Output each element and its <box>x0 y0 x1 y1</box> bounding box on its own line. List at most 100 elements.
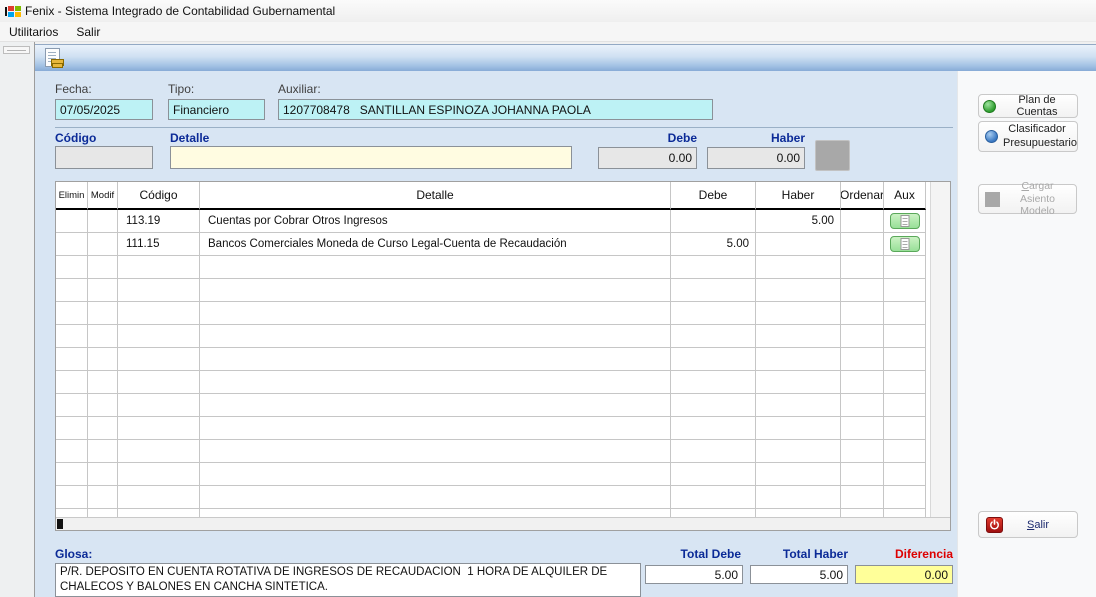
cargar-asiento-modelo-button[interactable]: Cargar Asiento Modelo <box>978 180 1077 217</box>
cell-debe <box>671 279 756 302</box>
auxiliar-label: Auxiliar: <box>278 82 321 96</box>
table-row[interactable] <box>56 302 950 325</box>
table-row[interactable] <box>56 279 950 302</box>
clipboard-icon <box>900 215 909 227</box>
cell-aux <box>884 256 926 279</box>
codigo-entry-label: Código <box>55 131 97 145</box>
cell-haber <box>756 233 841 256</box>
horizontal-scrollbar-thumb[interactable] <box>57 519 63 529</box>
cell-debe <box>671 325 756 348</box>
cell-haber <box>756 302 841 325</box>
cell-elimin <box>56 302 88 325</box>
vertical-scroll-area[interactable] <box>930 182 950 517</box>
cell-elimin <box>56 348 88 371</box>
codigo-entry-field[interactable] <box>55 146 153 169</box>
cell-elimin <box>56 210 88 233</box>
power-icon <box>986 516 1003 533</box>
cell-debe <box>671 486 756 509</box>
table-row[interactable] <box>56 463 950 486</box>
haber-entry-field[interactable] <box>707 147 805 169</box>
cell-haber: 5.00 <box>756 210 841 233</box>
cell-código <box>118 417 200 440</box>
cell-detalle <box>200 325 671 348</box>
cell-modif <box>88 440 118 463</box>
main-panel: Fecha: Tipo: Auxiliar: Código Detalle De… <box>35 71 1096 597</box>
tipo-field[interactable] <box>168 99 265 120</box>
cell-modif <box>88 348 118 371</box>
table-row[interactable]: 113.19 Cuentas por Cobrar Otros Ingresos 5… <box>56 210 950 233</box>
table-row[interactable] <box>56 394 950 417</box>
salir-button[interactable]: Salir <box>978 511 1078 538</box>
table-row[interactable] <box>56 486 950 509</box>
cell-debe: 5.00 <box>671 233 756 256</box>
cell-modif <box>88 371 118 394</box>
menu-utilitarios[interactable]: Utilitarios <box>0 23 67 41</box>
column-header-detalle: Detalle <box>200 182 671 210</box>
cell-código <box>118 440 200 463</box>
cell-código <box>118 302 200 325</box>
cell-detalle <box>200 279 671 302</box>
horizontal-scrollbar[interactable] <box>56 517 950 530</box>
cell-código <box>118 463 200 486</box>
clasificador-presupuestario-label: Clasificador Presupuestario <box>1003 123 1077 149</box>
column-header-modif: Modif <box>88 182 118 210</box>
cell-detalle <box>200 486 671 509</box>
green-sphere-icon <box>983 99 996 113</box>
cell-detalle <box>200 256 671 279</box>
clipboard-icon <box>900 238 909 250</box>
cell-haber <box>756 371 841 394</box>
detalle-entry-field[interactable] <box>170 146 572 169</box>
auxiliar-field[interactable] <box>278 99 713 120</box>
cell-aux <box>884 325 926 348</box>
table-row[interactable] <box>56 371 950 394</box>
splitter-grip[interactable] <box>3 46 30 54</box>
cell-aux <box>884 417 926 440</box>
cell-código <box>118 325 200 348</box>
cell-debe <box>671 440 756 463</box>
cell-ordenar <box>841 417 884 440</box>
table-row[interactable]: 111.15 Bancos Comerciales Moneda de Curso… <box>56 233 950 256</box>
column-header-aux: Aux <box>884 182 926 210</box>
cell-detalle <box>200 348 671 371</box>
table-row[interactable] <box>56 417 950 440</box>
cell-detalle: Cuentas por Cobrar Otros Ingresos <box>200 210 671 233</box>
cell-ordenar <box>841 394 884 417</box>
debe-entry-field[interactable] <box>598 147 697 169</box>
cell-elimin <box>56 279 88 302</box>
cell-código <box>118 348 200 371</box>
cell-aux <box>884 486 926 509</box>
column-header-haber: Haber <box>756 182 841 210</box>
fecha-field[interactable] <box>55 99 153 120</box>
menu-salir[interactable]: Salir <box>67 23 109 41</box>
cell-modif <box>88 463 118 486</box>
clasificador-presupuestario-button[interactable]: Clasificador Presupuestario <box>978 121 1078 152</box>
cargar-asiento-modelo-label: Cargar Asiento Modelo <box>1019 180 1056 218</box>
cell-modif <box>88 256 118 279</box>
cell-ordenar <box>841 440 884 463</box>
cell-modif <box>88 394 118 417</box>
aux-detail-button[interactable] <box>889 213 920 229</box>
title-bar: Fenix - Sistema Integrado de Contabilida… <box>0 0 1096 22</box>
cell-aux <box>884 371 926 394</box>
plan-de-cuentas-label: Plan de Cuentas <box>1016 94 1058 118</box>
aux-detail-button[interactable] <box>889 236 920 252</box>
fecha-label: Fecha: <box>55 82 92 96</box>
new-entry-icon[interactable] <box>45 48 63 68</box>
cell-debe <box>671 463 756 486</box>
cell-ordenar <box>841 210 884 233</box>
haber-entry-label: Haber <box>770 131 805 145</box>
cell-elimin <box>56 463 88 486</box>
cell-modif <box>88 210 118 233</box>
table-row[interactable] <box>56 440 950 463</box>
glosa-field[interactable]: P/R. DEPOSITO EN CUENTA ROTATIVA DE INGR… <box>55 563 641 597</box>
table-row[interactable] <box>56 325 950 348</box>
cell-detalle <box>200 463 671 486</box>
entries-table: Elimin Modif Código Detalle Debe Haber Ordenar… <box>55 181 951 531</box>
table-row[interactable] <box>56 256 950 279</box>
cell-aux <box>884 233 926 256</box>
add-entry-button[interactable] <box>815 140 850 171</box>
plan-de-cuentas-button[interactable]: Plan de Cuentas <box>978 94 1078 118</box>
table-row[interactable] <box>56 348 950 371</box>
cell-ordenar <box>841 348 884 371</box>
separator-line <box>55 127 953 128</box>
